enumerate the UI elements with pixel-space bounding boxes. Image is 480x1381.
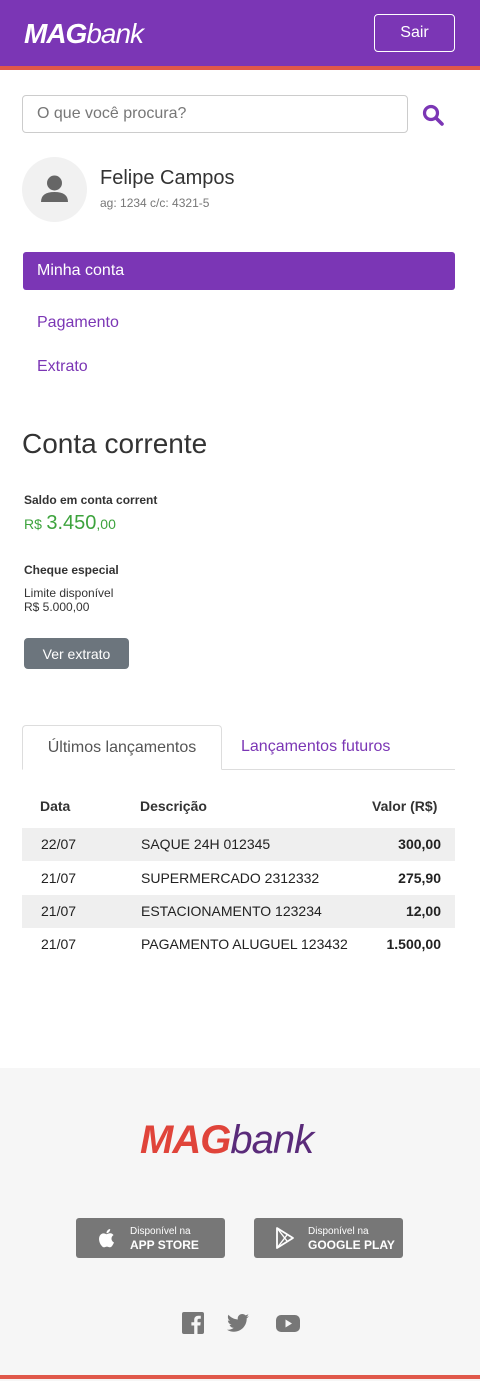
column-header-value: Valor (R$) bbox=[372, 798, 438, 814]
play-icon bbox=[276, 1227, 294, 1249]
header-logo[interactable]: MAGbank bbox=[24, 18, 144, 50]
app-store-line2: APP STORE bbox=[130, 1238, 199, 1252]
row-date: 21/07 bbox=[41, 903, 77, 919]
top-header: MAGbank Sair bbox=[0, 0, 480, 70]
facebook-icon[interactable] bbox=[181, 1311, 205, 1335]
row-date: 22/07 bbox=[41, 836, 77, 852]
nav-item-extrato[interactable]: Extrato bbox=[37, 358, 88, 376]
avatar bbox=[22, 157, 87, 222]
youtube-icon[interactable] bbox=[276, 1311, 300, 1335]
row-value: 1.500,00 bbox=[386, 936, 442, 952]
app-store-line1: Disponível na bbox=[130, 1226, 191, 1237]
apple-icon bbox=[99, 1229, 114, 1248]
footer-accent-line bbox=[0, 1375, 480, 1379]
twitter-icon[interactable] bbox=[226, 1311, 250, 1335]
row-value: 300,00 bbox=[398, 836, 441, 852]
app-store-button[interactable]: Disponível na APP STORE bbox=[76, 1218, 225, 1258]
user-account-info: ag: 1234 c/c: 4321-5 bbox=[100, 196, 210, 210]
balance-decimal: ,00 bbox=[96, 516, 116, 532]
row-date: 21/07 bbox=[41, 870, 77, 886]
row-value: 275,90 bbox=[398, 870, 441, 886]
footer-logo: MAGbank bbox=[140, 1118, 314, 1162]
limit-label: Limite disponível bbox=[24, 586, 114, 600]
google-play-line1: Disponível na bbox=[308, 1226, 369, 1237]
google-play-line2: GOOGLE PLAY bbox=[308, 1238, 395, 1252]
row-description: ESTACIONAMENTO 123234 bbox=[141, 903, 322, 919]
google-play-button[interactable]: Disponível na GOOGLE PLAY bbox=[254, 1218, 403, 1258]
view-statement-button[interactable]: Ver extrato bbox=[24, 638, 129, 669]
balance-integer: 3.450 bbox=[46, 512, 97, 534]
user-icon bbox=[41, 175, 68, 202]
overdraft-label: Cheque especial bbox=[24, 563, 119, 577]
row-description: PAGAMENTO ALUGUEL 123432 bbox=[141, 936, 348, 952]
row-date: 21/07 bbox=[41, 936, 77, 952]
logout-button[interactable]: Sair bbox=[374, 14, 455, 52]
logo-bank-text: bank bbox=[86, 18, 144, 49]
nav-item-minha-conta[interactable]: Minha conta bbox=[23, 252, 455, 290]
footer-logo-bank: bank bbox=[230, 1118, 314, 1162]
user-name: Felipe Campos bbox=[100, 167, 235, 189]
balance-value: R$ 3.450,00 bbox=[24, 512, 116, 535]
row-description: SUPERMERCADO 2312332 bbox=[141, 870, 320, 886]
tab-lancamentos-futuros[interactable]: Lançamentos futuros bbox=[241, 738, 390, 756]
table-row: 21/07 PAGAMENTO ALUGUEL 123432 1.500,00 bbox=[22, 928, 455, 961]
table-row: 21/07 ESTACIONAMENTO 123234 12,00 bbox=[22, 895, 455, 928]
column-header-date: Data bbox=[40, 798, 71, 814]
balance-currency: R$ bbox=[24, 516, 42, 532]
table-row: 21/07 SUPERMERCADO 2312332 275,90 bbox=[22, 862, 455, 895]
footer-logo-mag: MAG bbox=[140, 1118, 231, 1162]
section-title: Conta corrente bbox=[22, 428, 208, 459]
balance-label: Saldo em conta corrent bbox=[24, 493, 158, 507]
row-value: 12,00 bbox=[405, 903, 441, 919]
table-row: 22/07 SAQUE 24H 012345 300,00 bbox=[22, 828, 455, 861]
tab-ultimos-lancamentos[interactable]: Últimos lançamentos bbox=[22, 725, 222, 770]
column-header-description: Descrição bbox=[140, 798, 207, 814]
limit-value: R$ 5.000,00 bbox=[24, 600, 90, 614]
search-button[interactable] bbox=[420, 103, 446, 129]
nav-item-pagamento[interactable]: Pagamento bbox=[37, 314, 119, 332]
logo-mag-text: MAG bbox=[24, 18, 87, 49]
search-input[interactable] bbox=[22, 95, 408, 133]
search-icon bbox=[422, 104, 444, 126]
row-description: SAQUE 24H 012345 bbox=[141, 836, 271, 852]
